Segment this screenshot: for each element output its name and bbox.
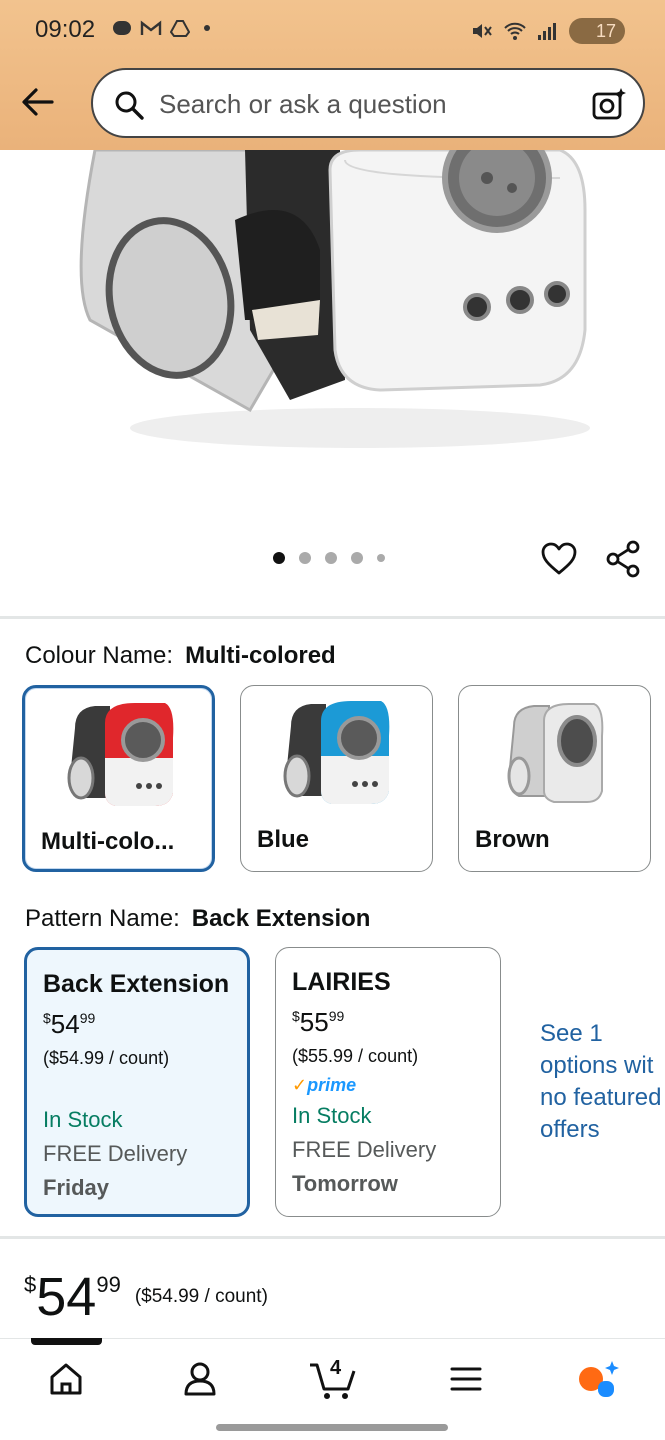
backpack-thumbnail [507,703,604,803]
pattern-option-title: LAIRIES [292,968,391,996]
pattern-option-price: $5599 [292,1007,484,1038]
home-icon[interactable] [44,1357,88,1401]
colour-option-brown[interactable]: Brown [458,685,651,872]
delivery-text: FREE Delivery [292,1137,437,1162]
pattern-option-back-extension[interactable]: Back Extension $5499 ($54.99 / count) In… [24,947,250,1217]
back-arrow-icon[interactable] [18,82,58,122]
price-whole: 55 [299,1007,329,1037]
carousel-dot[interactable] [273,552,285,564]
pattern-option-lairies[interactable]: LAIRIES $5599 ($55.99 / count) ✓prime In… [275,947,501,1217]
pattern-name-label: Pattern Name: [25,905,180,932]
delivery-day: Friday [43,1175,110,1200]
rufus-icon[interactable] [576,1357,620,1401]
stock-status: In Stock [292,1103,372,1128]
cart-button[interactable]: 4 [308,1357,358,1401]
unit-price: ($54.99 / count) [134,1286,268,1307]
colour-option-multi-colored[interactable]: Multi-colo... [22,685,215,872]
pattern-option-title: Back Extension [43,970,230,998]
colour-name-label: Colour Name: [25,642,174,669]
delivery-day: Tomorrow [292,1171,398,1196]
heart-icon[interactable] [540,540,578,578]
price-symbol: $ [24,1272,37,1297]
pattern-name-value: Back Extension [191,905,371,932]
prime-check-icon: ✓ [292,1075,308,1095]
colour-option-blue[interactable]: Blue [240,685,433,872]
search-input[interactable] [159,88,559,120]
colour-name-value: Multi-colored [185,642,336,669]
see-options-line: offers [540,1116,600,1143]
see-options-line: options wit [540,1052,654,1079]
stock-status: In Stock [43,1107,123,1132]
drive-icon [170,20,190,37]
pattern-name-row: Pattern Name: Back Extension [25,905,370,933]
search-bar[interactable] [91,68,645,138]
price-cents: 99 [96,1272,121,1297]
price-whole: 54 [50,1009,80,1039]
gmail-icon [140,20,162,35]
account-icon[interactable] [178,1357,222,1401]
signal-icon [538,23,556,40]
price-whole: 54 [36,1267,97,1327]
unit-price: ($55.99 / count) [292,1046,419,1066]
unit-price: ($54.99 / count) [43,1048,170,1068]
price-symbol: $ [43,1010,51,1026]
colour-option-label: Brown [475,826,550,853]
buy-box-price: $ 54 99 ($54.99 / count) [24,1262,268,1332]
prime-label: prime [307,1075,357,1095]
more-notifications-dot [204,25,210,31]
weibo-icon [113,21,131,35]
colour-option-label: Blue [257,826,310,853]
carousel-dot[interactable] [377,554,385,562]
price-cents: 99 [328,1008,345,1024]
share-icon[interactable] [604,540,642,578]
menu-icon[interactable] [444,1357,488,1401]
section-divider [0,616,665,619]
price-symbol: $ [292,1008,300,1024]
prime-badge: ✓prime [292,1075,484,1099]
colour-name-row: Colour Name: Multi-colored [25,642,336,670]
carousel-dot[interactable] [299,552,311,564]
carousel-dot[interactable] [351,552,363,564]
see-options-line: See 1 [540,1020,603,1047]
system-home-indicator[interactable] [216,1424,448,1431]
section-divider [0,1236,665,1239]
system-icons: 17 [471,18,625,44]
see-options-line: no featured [540,1084,662,1111]
pet-backpack-image [79,150,590,448]
battery-indicator: 17 [569,18,625,44]
see-more-options-link[interactable]: See 1 options wit no featured offers [540,1018,665,1146]
search-icon [115,91,144,120]
price-cents: 99 [79,1010,96,1026]
delivery-text: FREE Delivery [43,1141,188,1166]
active-tab-indicator [31,1338,102,1345]
status-bar: 09:02 17 [0,0,665,62]
status-time: 09:02 [35,16,96,43]
backpack-thumbnail [283,701,390,804]
image-carousel-dots[interactable] [273,552,385,564]
product-image[interactable] [0,150,665,530]
wifi-icon [504,22,526,40]
notification-icons [112,18,210,38]
app-header: 09:02 17 [0,0,665,150]
carousel-dot[interactable] [325,552,337,564]
cart-count-badge: 4 [330,1357,342,1379]
pattern-option-price: $5499 [43,1009,231,1040]
colour-option-label: Multi-colo... [41,828,175,855]
backpack-thumbnail [67,703,174,806]
camera-search-icon[interactable] [591,86,627,122]
mute-icon [473,24,492,38]
